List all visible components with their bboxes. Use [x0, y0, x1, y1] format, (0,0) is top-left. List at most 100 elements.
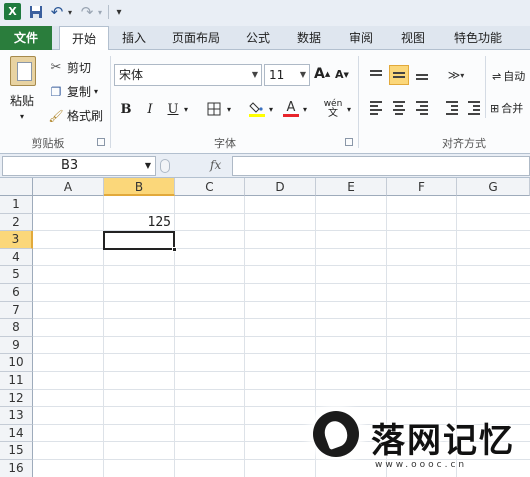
- row-header-9[interactable]: 9: [0, 336, 33, 355]
- row-header-12[interactable]: 12: [0, 389, 33, 408]
- clipboard-launcher-icon[interactable]: [97, 138, 105, 146]
- font-color-button[interactable]: A: [281, 99, 301, 119]
- undo-dropdown-icon[interactable]: ▾: [66, 3, 74, 21]
- phonetic-dropdown-icon[interactable]: ▾: [345, 99, 353, 119]
- row-header-15[interactable]: 15: [0, 442, 33, 460]
- customize-qat-icon[interactable]: ▾: [114, 3, 124, 21]
- column-header-b[interactable]: B: [104, 178, 175, 196]
- borders-dropdown-icon[interactable]: ▾: [224, 99, 234, 119]
- align-bottom-button[interactable]: [412, 65, 432, 85]
- align-right-icon: [416, 101, 428, 115]
- align-middle-icon: [393, 72, 405, 78]
- quick-access-toolbar: X ↶ ▾ ↷ ▾ ▾: [0, 0, 530, 26]
- wrap-text-icon: ⇌: [492, 69, 502, 83]
- row-header-4[interactable]: 4: [0, 248, 33, 267]
- row-header-16[interactable]: 16: [0, 460, 33, 477]
- alignment-group-label: 对齐方式: [442, 137, 486, 150]
- italic-button[interactable]: I: [140, 99, 160, 119]
- font-size-dropdown-icon[interactable]: ▼: [300, 65, 306, 85]
- redo-icon[interactable]: ↷: [80, 3, 94, 21]
- underline-dropdown-icon[interactable]: ▾: [181, 99, 191, 119]
- name-box[interactable]: B3 ▼: [2, 156, 156, 176]
- row-header-7[interactable]: 7: [0, 301, 33, 320]
- fill-handle[interactable]: [172, 247, 177, 252]
- tab-special-features[interactable]: 特色功能: [445, 26, 511, 50]
- cell-b2[interactable]: 125: [104, 214, 174, 232]
- column-header-d[interactable]: D: [245, 178, 316, 196]
- formula-bar-resize-handle[interactable]: [160, 159, 170, 173]
- fill-color-button[interactable]: [247, 99, 267, 119]
- tab-review[interactable]: 审阅: [341, 26, 381, 50]
- row-header-10[interactable]: 10: [0, 354, 33, 372]
- shrink-font-button[interactable]: A ▼: [335, 68, 349, 81]
- tab-formulas[interactable]: 公式: [238, 26, 278, 50]
- font-name-value: 宋体: [119, 68, 144, 82]
- formula-bar: B3 ▼ fx: [0, 154, 530, 178]
- phonetic-button[interactable]: wén 文: [320, 99, 346, 119]
- row-header-6[interactable]: 6: [0, 284, 33, 302]
- paste-button[interactable]: 粘贴: [10, 92, 34, 109]
- font-color-dropdown-icon[interactable]: ▾: [300, 99, 310, 119]
- watermark-logo-icon: [313, 411, 359, 457]
- align-middle-button[interactable]: [389, 65, 409, 85]
- row-header-5[interactable]: 5: [0, 266, 33, 284]
- select-all-corner[interactable]: [0, 178, 33, 196]
- ribbon-tabs: 文件 开始 插入 页面布局 公式 数据 审阅 视图 特色功能: [0, 26, 530, 51]
- copy-dropdown-icon[interactable]: ▾: [94, 87, 98, 96]
- align-center-button[interactable]: [389, 98, 409, 118]
- row-header-13[interactable]: 13: [0, 407, 33, 425]
- group-separator: [358, 56, 359, 148]
- copy-button[interactable]: ❐ 复制 ▾: [48, 83, 98, 100]
- fill-color-dropdown-icon[interactable]: ▾: [266, 99, 276, 119]
- font-launcher-icon[interactable]: [345, 138, 353, 146]
- row-header-14[interactable]: 14: [0, 424, 33, 443]
- column-header-a[interactable]: A: [33, 178, 104, 196]
- tab-home[interactable]: 开始: [59, 26, 109, 51]
- watermark-text: 落网记忆: [371, 421, 515, 461]
- tab-page-layout[interactable]: 页面布局: [164, 26, 228, 50]
- row-header-2[interactable]: 2: [0, 213, 33, 232]
- format-painter-button[interactable]: 🖌 格式刷: [48, 107, 103, 124]
- tab-data[interactable]: 数据: [289, 26, 329, 50]
- redo-dropdown-icon[interactable]: ▾: [96, 3, 104, 21]
- borders-button[interactable]: [204, 99, 224, 119]
- row-header-11[interactable]: 11: [0, 372, 33, 390]
- merge-center-label: 合并: [501, 102, 524, 115]
- align-top-icon: [370, 70, 382, 80]
- paste-icon[interactable]: [10, 56, 36, 86]
- align-left-button[interactable]: [366, 98, 386, 118]
- font-name-combo[interactable]: 宋体 ▼: [114, 64, 262, 86]
- paste-dropdown-icon[interactable]: ▾: [20, 112, 24, 121]
- row-header-8[interactable]: 8: [0, 319, 33, 337]
- wrap-text-button[interactable]: ⇌ 自动: [492, 68, 525, 84]
- merge-center-button[interactable]: ⊞ 合并: [490, 100, 523, 116]
- font-name-dropdown-icon[interactable]: ▼: [252, 65, 258, 85]
- align-right-button[interactable]: [412, 98, 432, 118]
- decrease-indent-icon: [446, 101, 458, 115]
- font-size-combo[interactable]: 11 ▼: [264, 64, 310, 86]
- column-header-f[interactable]: F: [387, 178, 457, 196]
- undo-icon[interactable]: ↶: [50, 3, 64, 21]
- grow-font-button[interactable]: A ▲: [314, 66, 330, 82]
- active-cell-b3[interactable]: [103, 231, 175, 250]
- cut-button[interactable]: ✂ 剪切: [48, 59, 91, 76]
- row-header-1[interactable]: 1: [0, 196, 33, 214]
- name-box-dropdown-icon[interactable]: ▼: [145, 157, 151, 175]
- formula-input[interactable]: [232, 156, 530, 176]
- column-header-e[interactable]: E: [316, 178, 387, 196]
- increase-indent-button[interactable]: [464, 98, 484, 118]
- insert-function-icon[interactable]: fx: [210, 158, 221, 172]
- align-top-button[interactable]: [366, 65, 386, 85]
- tab-insert[interactable]: 插入: [114, 26, 154, 50]
- bold-button[interactable]: B: [116, 99, 136, 119]
- tab-file[interactable]: 文件: [0, 26, 52, 50]
- grid-column-line: [244, 196, 245, 477]
- decrease-indent-button[interactable]: [442, 98, 462, 118]
- column-header-c[interactable]: C: [175, 178, 245, 196]
- row-header-3[interactable]: 3: [0, 231, 33, 249]
- orientation-button[interactable]: ≫ ▾: [446, 65, 466, 85]
- save-icon[interactable]: [28, 3, 44, 21]
- tab-view[interactable]: 视图: [393, 26, 433, 50]
- underline-button[interactable]: U: [163, 99, 183, 119]
- column-header-g[interactable]: G: [457, 178, 530, 196]
